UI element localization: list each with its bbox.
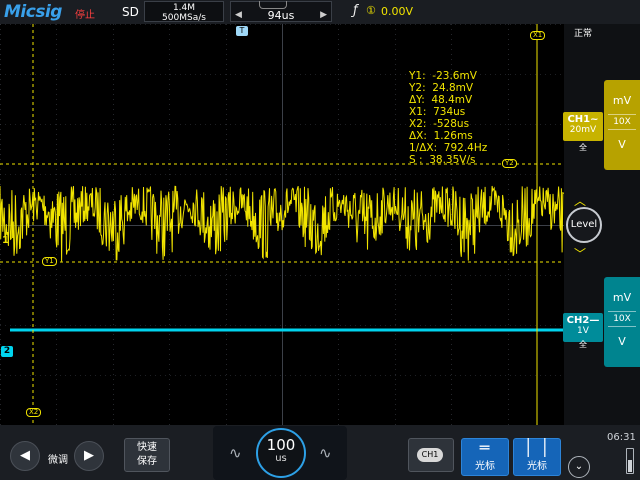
vertical-cursor-icon: │ │ — [523, 438, 551, 457]
horizontal-offset-control[interactable]: ◀ 94us ▶ — [230, 1, 332, 22]
memory-window-marker — [259, 1, 287, 9]
time-offset-value: 94us — [267, 9, 295, 22]
ch1-scale: 20mV — [569, 125, 597, 135]
ch1-unit-bottom: V — [618, 138, 626, 151]
cursor-y2-tag[interactable]: Y2 — [502, 159, 517, 168]
readout-x2: X2: -528us — [409, 118, 470, 130]
collapse-chevron-icon[interactable]: ⌄ — [568, 456, 590, 478]
timebase-knob[interactable]: 100 us — [256, 428, 306, 478]
fine-adjust-label: 微调 — [48, 455, 68, 466]
cursor-measurement-readout: Y1: -23.6mV Y2: 24.8mV ΔY: 48.4mV X1: 734us… — [409, 70, 487, 166]
ch2-label: CH2— — [566, 315, 600, 326]
cursor-x2-tag[interactable]: X2 — [26, 408, 42, 417]
trigger-rising-edge-icon[interactable]: ƒ — [353, 3, 358, 18]
ch2-vertical-control[interactable]: mV 10X V — [604, 277, 640, 367]
ch1-waveform-trace — [0, 185, 564, 262]
brand-logo: Micsig — [4, 2, 62, 22]
ch2-button[interactable]: CH2— 1V — [563, 313, 603, 342]
readout-slope: S : 38.35V/s — [409, 154, 476, 166]
readout-delta-y: ΔY: 48.4mV — [409, 94, 473, 106]
timebase-unit: us — [275, 453, 287, 464]
readout-frequency: 1/ΔX: 792.4Hz — [409, 142, 488, 154]
acquisition-mode[interactable]: SD — [122, 5, 139, 19]
readout-delta-x: ΔX: 1.26ms — [409, 130, 473, 142]
ch2-unit-bottom: V — [618, 335, 626, 348]
ch2-scale: 1V — [577, 326, 589, 336]
run-stop-state[interactable]: 停止 — [75, 6, 95, 21]
horizontal-cursor-icon: ═ — [479, 438, 491, 457]
readout-y2: Y2: 24.8mV — [409, 82, 474, 94]
top-status-bar: Micsig 停止 SD 1.4M 500MSa/s ◀ 94us ▶ ƒ ① … — [0, 0, 640, 24]
cursor-channel-select-button[interactable]: CH1 — [408, 438, 454, 472]
timebase-decrease-wave-icon[interactable]: ∿ — [229, 444, 242, 462]
acquisition-info[interactable]: 1.4M 500MSa/s — [144, 1, 224, 23]
prev-arrow-icon[interactable]: ◀ — [10, 441, 40, 471]
ch1-vertical-control[interactable]: mV 10X V — [604, 80, 640, 170]
timebase-value: 100 — [266, 436, 296, 454]
vertical-cursor-button[interactable]: │ │ 光标 — [513, 438, 561, 476]
cursor-y1-tag[interactable]: Y1 — [42, 257, 57, 266]
memory-depth: 1.4M — [172, 3, 196, 13]
quick-save-line2: 保存 — [137, 456, 157, 467]
ch2-probe-ratio[interactable]: 10X — [608, 311, 636, 327]
horizontal-cursor-label: 光标 — [475, 461, 495, 472]
cursor-channel-label: CH1 — [417, 448, 443, 462]
horizontal-cursor-button[interactable]: ═ 光标 — [461, 438, 509, 476]
quick-save-button[interactable]: 快速 保存 — [124, 438, 170, 472]
vertical-cursor-label: 光标 — [527, 461, 547, 472]
trigger-source[interactable]: ① — [366, 4, 376, 17]
ch1-label: CH1~ — [567, 114, 599, 125]
next-arrow-icon[interactable]: ▶ — [74, 441, 104, 471]
ch1-unit-top: mV — [612, 94, 632, 107]
waveform-display[interactable]: X1 Y2 Y1 X2 1 2 Y1: -23.6mV Y2: 24.8mV ΔY:… — [0, 24, 564, 425]
ch2-unit-top: mV — [612, 291, 632, 304]
trigger-level[interactable]: 0.00V — [381, 5, 413, 18]
ch1-ground-marker[interactable]: 1 — [2, 235, 9, 246]
trigger-position-marker[interactable]: T — [236, 26, 248, 36]
ch2-ground-marker[interactable]: 2 — [1, 346, 13, 357]
ch1-button[interactable]: CH1~ 20mV — [563, 112, 603, 141]
readout-x1: X1: 734us — [409, 106, 466, 118]
ch1-probe-ratio[interactable]: 10X — [608, 114, 636, 130]
ch2-coupling: 全 — [579, 340, 587, 349]
offset-right-arrow-icon[interactable]: ▶ — [320, 10, 327, 20]
sample-rate: 500MSa/s — [162, 13, 206, 23]
battery-icon — [626, 448, 634, 474]
trigger-mode-label[interactable]: 正常 — [574, 26, 592, 39]
cursor-x1-tag[interactable]: X1 — [530, 31, 546, 40]
system-clock: 06:31 — [607, 432, 636, 443]
timebase-increase-wave-icon[interactable]: ∿ — [319, 444, 332, 462]
level-down-chevron-icon[interactable]: ﹀ — [574, 245, 586, 262]
quick-save-line1: 快速 — [137, 442, 157, 453]
ch1-coupling: 全 — [579, 143, 587, 152]
readout-y1: Y1: -23.6mV — [409, 70, 477, 82]
level-knob[interactable]: Level — [566, 207, 602, 243]
